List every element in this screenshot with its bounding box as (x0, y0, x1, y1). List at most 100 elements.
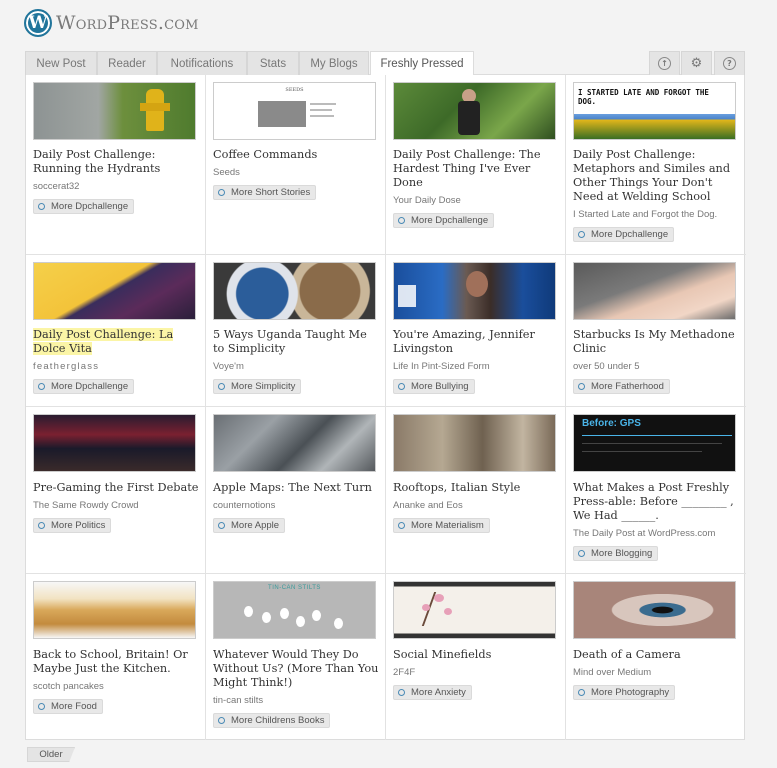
blog-name[interactable]: scotch pancakes (33, 681, 199, 692)
more-tag-button[interactable]: More Dpchallenge (393, 213, 495, 228)
post-thumbnail[interactable] (213, 262, 376, 320)
blog-name[interactable]: Your Daily Dose (393, 195, 559, 206)
post-title-link[interactable]: Social Minefields (393, 648, 559, 662)
wordpress-logo-icon[interactable]: W (24, 9, 52, 37)
post-title-link[interactable]: Daily Post Challenge: The Hardest Thing … (393, 148, 559, 190)
post-card: You're Amazing, Jennifer Livingston Life… (386, 255, 566, 407)
blog-name[interactable]: The Daily Post at WordPress.com (573, 528, 739, 539)
tag-dot-icon (218, 717, 225, 724)
older-posts-button[interactable]: Older (27, 747, 75, 762)
post-thumbnail[interactable]: Before: GPS (573, 414, 736, 472)
blog-name[interactable]: featherglass (33, 361, 199, 372)
post-title-link[interactable]: Starbucks Is My Methadone Clinic (573, 328, 739, 356)
more-tag-button[interactable]: More Dpchallenge (573, 227, 675, 242)
post-thumbnail[interactable]: SEEDS (213, 82, 376, 140)
tag-dot-icon (578, 231, 585, 238)
post-title-link[interactable]: 5 Ways Uganda Taught Me to Simplicity (213, 328, 379, 356)
tag-dot-icon (398, 217, 405, 224)
post-thumbnail[interactable]: TIN-CAN STILTS (213, 581, 376, 639)
more-tag-button[interactable]: More Dpchallenge (33, 379, 135, 394)
post-card: Starbucks Is My Methadone Clinic over 50… (566, 255, 746, 407)
post-thumbnail[interactable] (33, 414, 196, 472)
tag-dot-icon (38, 383, 45, 390)
post-card: Death of a Camera Mind over Medium More … (566, 574, 746, 740)
blog-name[interactable]: tin-can stilts (213, 695, 379, 706)
blog-name[interactable]: Voye'm (213, 361, 379, 372)
tag-dot-icon (38, 522, 45, 529)
tab-notifications[interactable]: Notifications (157, 51, 247, 75)
blog-name[interactable]: The Same Rowdy Crowd (33, 500, 199, 511)
tag-dot-icon (578, 550, 585, 557)
help-button[interactable]: ? (714, 51, 745, 75)
tab-freshly-pressed[interactable]: Freshly Pressed (370, 51, 474, 76)
post-title-link[interactable]: Rooftops, Italian Style (393, 481, 559, 495)
blog-name[interactable]: soccerat32 (33, 181, 199, 192)
tag-dot-icon (578, 689, 585, 696)
more-tag-button[interactable]: More Dpchallenge (33, 199, 135, 214)
tab-my-blogs[interactable]: My Blogs (299, 51, 369, 75)
tag-dot-icon (38, 203, 45, 210)
post-card: I STARTED LATE AND FORGOT THE DOG. Daily… (566, 75, 746, 255)
settings-button[interactable]: ⚙ (681, 51, 712, 75)
more-tag-button[interactable]: More Photography (573, 685, 676, 700)
main-tabs: New Post Reader Notifications Stats My B… (25, 51, 745, 76)
post-card: SEEDS Coffee Commands Seeds More Short S… (206, 75, 386, 255)
more-tag-button[interactable]: More Apple (213, 518, 286, 533)
post-card: Before: GPS What Makes a Post Freshly Pr… (566, 407, 746, 574)
upload-button[interactable]: ↑ (649, 51, 680, 75)
blog-name[interactable]: Mind over Medium (573, 667, 739, 678)
post-card: Daily Post Challenge: The Hardest Thing … (386, 75, 566, 255)
blog-name[interactable]: 2F4F (393, 667, 559, 678)
post-card: Daily Post Challenge: La Dolce Vita feat… (26, 255, 206, 407)
gear-icon: ⚙ (690, 56, 703, 71)
tab-reader[interactable]: Reader (97, 51, 157, 75)
post-thumbnail[interactable] (33, 581, 196, 639)
help-icon: ? (723, 57, 736, 70)
post-thumbnail[interactable] (573, 262, 736, 320)
blog-name[interactable]: Life In Pint-Sized Form (393, 361, 559, 372)
more-tag-button[interactable]: More Blogging (573, 546, 659, 561)
post-title-link[interactable]: Whatever Would They Do Without Us? (More… (213, 648, 379, 690)
more-tag-button[interactable]: More Childrens Books (213, 713, 331, 728)
more-tag-button[interactable]: More Politics (33, 518, 112, 533)
blog-name[interactable]: I Started Late and Forgot the Dog. (573, 209, 739, 220)
post-card: Rooftops, Italian Style Ananke and Eos M… (386, 407, 566, 574)
post-title-link[interactable]: You're Amazing, Jennifer Livingston (393, 328, 559, 356)
tab-stats[interactable]: Stats (247, 51, 299, 75)
blog-name[interactable]: Ananke and Eos (393, 500, 559, 511)
blog-name[interactable]: Seeds (213, 167, 379, 178)
post-thumbnail[interactable] (393, 414, 556, 472)
more-tag-button[interactable]: More Materialism (393, 518, 490, 533)
more-tag-button[interactable]: More Anxiety (393, 685, 472, 700)
post-thumbnail[interactable] (393, 82, 556, 140)
freshly-pressed-grid: Daily Post Challenge: Running the Hydran… (25, 75, 746, 740)
post-thumbnail[interactable] (213, 414, 376, 472)
brand-wordmark[interactable]: WordPress.com (56, 12, 199, 34)
post-title-link[interactable]: Pre-Gaming the First Debate (33, 481, 199, 495)
more-tag-button[interactable]: More Fatherhood (573, 379, 670, 394)
post-title-link[interactable]: Daily Post Challenge: Metaphors and Simi… (573, 148, 739, 204)
post-thumbnail[interactable] (393, 581, 556, 639)
tag-dot-icon (578, 383, 585, 390)
more-tag-button[interactable]: More Food (33, 699, 103, 714)
more-tag-button[interactable]: More Short Stories (213, 185, 317, 200)
blog-name[interactable]: over 50 under 5 (573, 361, 739, 372)
more-tag-button[interactable]: More Simplicity (213, 379, 302, 394)
post-thumbnail[interactable] (33, 82, 196, 140)
post-thumbnail[interactable] (33, 262, 196, 320)
post-title-link[interactable]: Daily Post Challenge: Running the Hydran… (33, 148, 199, 176)
post-thumbnail[interactable]: I STARTED LATE AND FORGOT THE DOG. (573, 82, 736, 140)
post-title-link[interactable]: What Makes a Post Freshly Press-able: Be… (573, 481, 739, 523)
more-tag-button[interactable]: More Bullying (393, 379, 475, 394)
post-title-link[interactable]: Apple Maps: The Next Turn (213, 481, 379, 495)
post-title-link[interactable]: Coffee Commands (213, 148, 379, 162)
post-title-link[interactable]: Back to School, Britain! Or Maybe Just t… (33, 648, 199, 676)
post-title-link[interactable]: Daily Post Challenge: La Dolce Vita (33, 328, 199, 356)
post-thumbnail[interactable] (393, 262, 556, 320)
tab-new-post[interactable]: New Post (25, 51, 97, 75)
post-title-link[interactable]: Death of a Camera (573, 648, 739, 662)
site-header: W WordPress.com (24, 8, 199, 38)
post-thumbnail[interactable] (573, 581, 736, 639)
post-card: Pre-Gaming the First Debate The Same Row… (26, 407, 206, 574)
blog-name[interactable]: counternotions (213, 500, 379, 511)
